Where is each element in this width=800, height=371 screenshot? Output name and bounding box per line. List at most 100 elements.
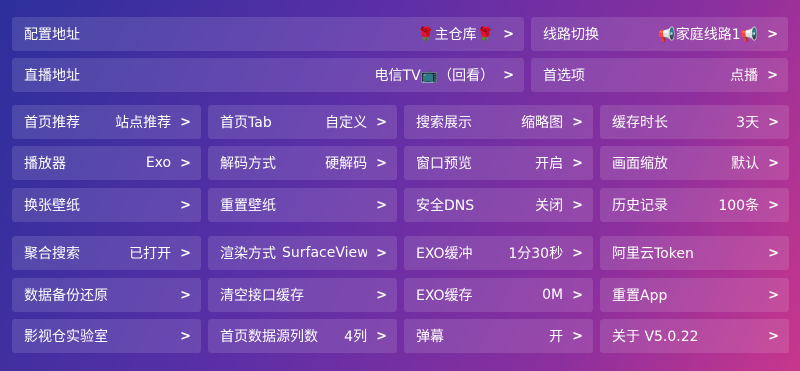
setting-label: 换张壁纸 <box>24 198 80 214</box>
setting-label: 重置壁纸 <box>220 198 276 214</box>
chevron-right-icon: > <box>768 328 779 344</box>
chevron-right-icon: > <box>768 114 779 130</box>
setting-search-display[interactable]: 搜索展示 缩略图 > <box>404 105 593 139</box>
setting-label: 窗口预览 <box>416 156 472 172</box>
setting-label: 直播地址 <box>24 68 80 84</box>
setting-lab[interactable]: 影视仓实验室 > <box>12 319 201 353</box>
setting-value: 关闭 <box>535 198 564 214</box>
chevron-right-icon: > <box>768 155 779 171</box>
chevron-right-icon: > <box>503 26 514 42</box>
chevron-right-icon: > <box>376 328 387 344</box>
setting-config-url[interactable]: 配置地址 🌹主仓库🌹 > <box>12 17 524 51</box>
setting-value: 默认 <box>731 156 760 172</box>
setting-screen-scale[interactable]: 画面缩放 默认 > <box>600 146 789 180</box>
chevron-right-icon: > <box>503 67 514 83</box>
setting-label: 首页Tab <box>220 115 272 131</box>
chevron-right-icon: > <box>180 287 191 303</box>
setting-label: 数据备份还原 <box>24 288 108 304</box>
setting-label: EXO缓冲 <box>416 246 473 262</box>
setting-cache-duration[interactable]: 缓存时长 3天 > <box>600 105 789 139</box>
setting-danmaku[interactable]: 弹幕 开 > <box>404 319 593 353</box>
setting-preference[interactable]: 首选项 点播 > <box>531 58 788 92</box>
setting-render-mode[interactable]: 渲染方式 SurfaceView > <box>208 236 397 270</box>
setting-label: 聚合搜索 <box>24 246 80 262</box>
setting-value: 硬解码 <box>325 156 368 172</box>
chevron-right-icon: > <box>376 155 387 171</box>
setting-history[interactable]: 历史记录 100条 > <box>600 188 789 222</box>
setting-value: 已打开 <box>129 246 172 262</box>
setting-about[interactable]: 关于 V5.0.22 > <box>600 319 789 353</box>
setting-value: 站点推荐 <box>115 115 172 131</box>
setting-label: 影视仓实验室 <box>24 329 108 345</box>
setting-home-columns[interactable]: 首页数据源列数 4列 > <box>208 319 397 353</box>
setting-label: 阿里云Token <box>612 246 694 262</box>
setting-change-wallpaper[interactable]: 换张壁纸 > <box>12 188 201 222</box>
setting-aggregate-search[interactable]: 聚合搜索 已打开 > <box>12 236 201 270</box>
chevron-right-icon: > <box>767 67 778 83</box>
setting-value: 3天 <box>736 115 760 131</box>
setting-label: 首选项 <box>543 68 585 84</box>
chevron-right-icon: > <box>376 197 387 213</box>
chevron-right-icon: > <box>572 114 583 130</box>
chevron-right-icon: > <box>572 155 583 171</box>
chevron-right-icon: > <box>572 328 583 344</box>
setting-value: 🌹主仓库🌹 <box>417 27 495 43</box>
setting-label: 缓存时长 <box>612 115 668 131</box>
setting-label: 解码方式 <box>220 156 276 172</box>
setting-label: 配置地址 <box>24 27 80 43</box>
setting-value: 缩略图 <box>521 115 564 131</box>
setting-value: 开 <box>549 329 564 345</box>
setting-reset-wallpaper[interactable]: 重置壁纸 > <box>208 188 397 222</box>
chevron-right-icon: > <box>767 26 778 42</box>
chevron-right-icon: > <box>572 245 583 261</box>
setting-value: 开启 <box>535 156 564 172</box>
setting-value: 电信TV📺（回看） <box>374 68 495 84</box>
setting-value: 📢家庭线路1📢 <box>658 27 759 43</box>
setting-label: 画面缩放 <box>612 156 668 172</box>
chevron-right-icon: > <box>376 245 387 261</box>
setting-label: 线路切换 <box>543 27 599 43</box>
setting-home-tab[interactable]: 首页Tab 自定义 > <box>208 105 397 139</box>
chevron-right-icon: > <box>572 197 583 213</box>
setting-label: 首页推荐 <box>24 115 80 131</box>
setting-reset-app[interactable]: 重置App > <box>600 278 789 312</box>
setting-exo-cache[interactable]: EXO缓存 0M > <box>404 278 593 312</box>
setting-home-recommend[interactable]: 首页推荐 站点推荐 > <box>12 105 201 139</box>
chevron-right-icon: > <box>376 287 387 303</box>
setting-value: 4列 <box>344 329 368 345</box>
setting-clear-cache[interactable]: 清空接口缓存 > <box>208 278 397 312</box>
setting-aliyun-token[interactable]: 阿里云Token > <box>600 236 789 270</box>
setting-value: 点播 <box>730 68 759 84</box>
setting-live-url[interactable]: 直播地址 电信TV📺（回看） > <box>12 58 524 92</box>
setting-value: 自定义 <box>325 115 368 131</box>
setting-decode-mode[interactable]: 解码方式 硬解码 > <box>208 146 397 180</box>
setting-window-preview[interactable]: 窗口预览 开启 > <box>404 146 593 180</box>
setting-label: 搜索展示 <box>416 115 472 131</box>
chevron-right-icon: > <box>768 245 779 261</box>
setting-label: 历史记录 <box>612 198 668 214</box>
setting-label: 首页数据源列数 <box>220 329 318 345</box>
setting-label: 重置App <box>612 288 668 304</box>
chevron-right-icon: > <box>376 114 387 130</box>
setting-value: 0M <box>542 287 564 303</box>
chevron-right-icon: > <box>768 287 779 303</box>
setting-value: SurfaceView <box>282 245 368 261</box>
chevron-right-icon: > <box>180 245 191 261</box>
setting-line-switch[interactable]: 线路切换 📢家庭线路1📢 > <box>531 17 788 51</box>
setting-data-backup[interactable]: 数据备份还原 > <box>12 278 201 312</box>
chevron-right-icon: > <box>180 328 191 344</box>
setting-label: EXO缓存 <box>416 288 473 304</box>
setting-secure-dns[interactable]: 安全DNS 关闭 > <box>404 188 593 222</box>
chevron-right-icon: > <box>768 197 779 213</box>
chevron-right-icon: > <box>180 114 191 130</box>
setting-exo-buffer[interactable]: EXO缓冲 1分30秒 > <box>404 236 593 270</box>
setting-label: 安全DNS <box>416 198 475 214</box>
chevron-right-icon: > <box>572 287 583 303</box>
chevron-right-icon: > <box>180 155 191 171</box>
setting-label: 关于 V5.0.22 <box>612 329 699 345</box>
setting-label: 清空接口缓存 <box>220 288 304 304</box>
chevron-right-icon: > <box>180 197 191 213</box>
setting-value: Exo <box>145 155 172 171</box>
setting-player[interactable]: 播放器 Exo > <box>12 146 201 180</box>
setting-label: 播放器 <box>24 156 66 172</box>
